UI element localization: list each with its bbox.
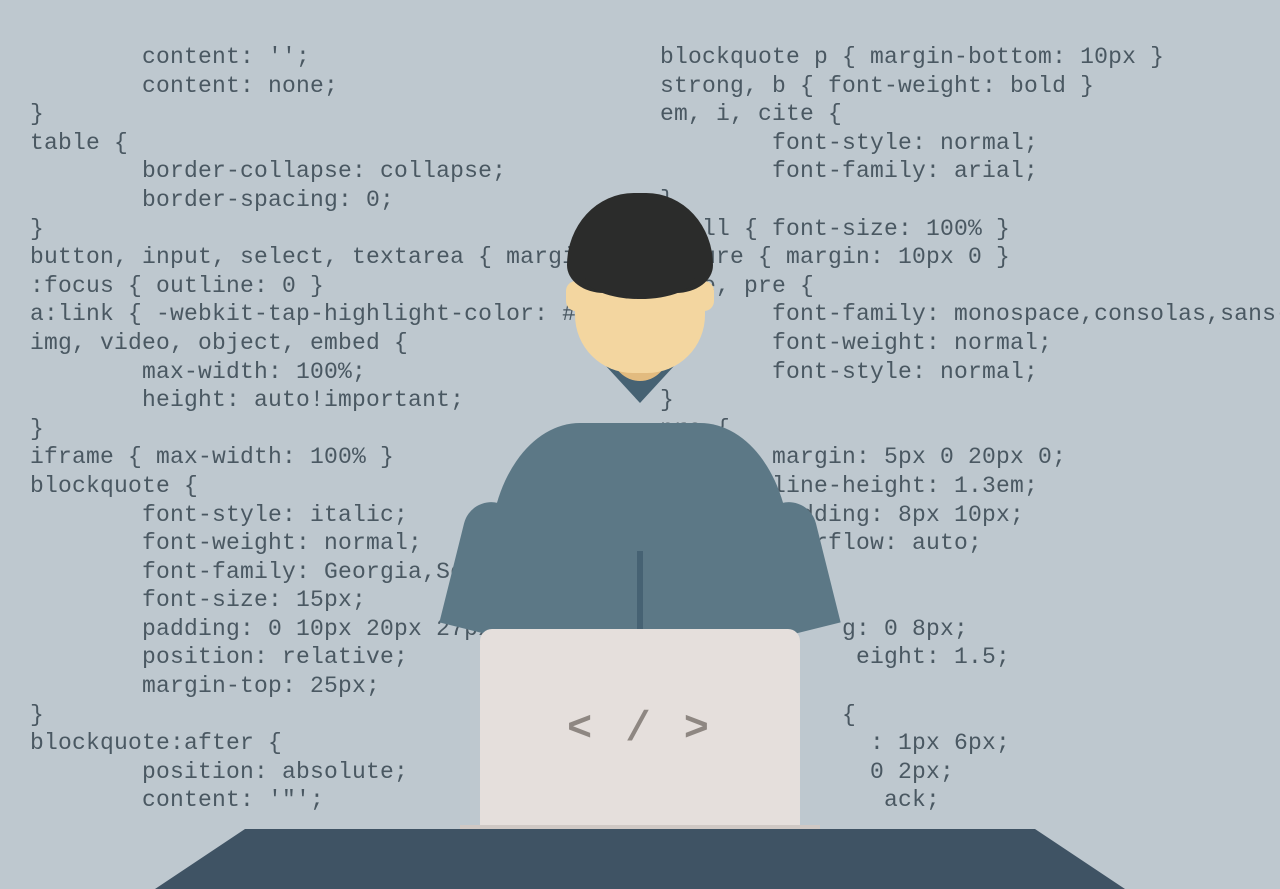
desk [245,829,1035,889]
laptop-screen: < / > [480,629,800,829]
code-brackets-icon: < / > [567,705,713,753]
shirt-placket [637,551,643,641]
programmer-figure [480,273,800,633]
torso [490,423,790,633]
illustration-stage: content: ''; content: none; } table { bo… [0,0,1280,889]
